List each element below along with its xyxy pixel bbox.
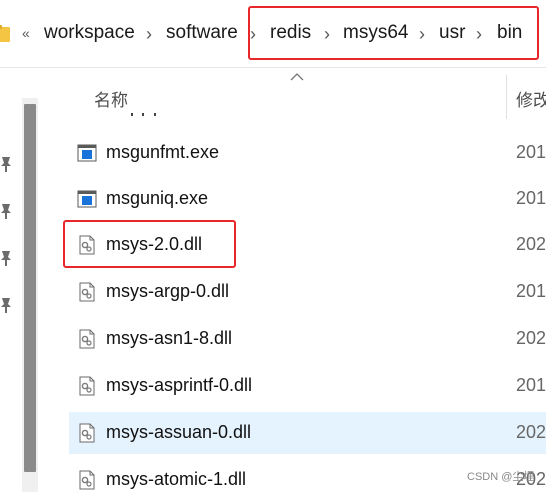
file-row[interactable]: msys-asn1-8.dll 202 [69, 318, 546, 360]
file-row[interactable]: msys-2.0.dll 202 [69, 224, 546, 266]
file-name: msys-2.0.dll [106, 234, 203, 254]
file-date-modified: 201 [516, 188, 546, 208]
file-name: msguniq.exe [106, 188, 209, 208]
folder-icon [0, 25, 10, 42]
dll-icon [77, 376, 97, 396]
breadcrumb-separator[interactable]: › [146, 24, 152, 45]
file-name: msys-asn1-8.dll [106, 328, 233, 348]
scrollbar-thumb[interactable] [24, 104, 36, 472]
file-row[interactable]: msys-argp-0.dll 201 [69, 271, 546, 313]
file-name: msys-assuan-0.dll [106, 422, 252, 442]
breadcrumb-bin[interactable]: bin [497, 22, 522, 44]
file-date-modified: 202 [516, 422, 546, 442]
breadcrumb-software[interactable]: software [166, 22, 238, 44]
file-row[interactable]: msguniq.exe 201 [69, 178, 546, 220]
pin-icon[interactable] [0, 203, 12, 219]
breadcrumb-separator[interactable]: › [419, 24, 425, 45]
breadcrumb-separator[interactable]: › [324, 24, 330, 45]
pin-icon[interactable] [0, 250, 12, 266]
pin-icon[interactable] [0, 156, 12, 172]
file-name: msys-argp-0.dll [106, 281, 230, 301]
file-date-modified: 201 [516, 281, 546, 301]
exe-icon [77, 189, 97, 209]
file-name: msys-atomic-1.dll [106, 469, 247, 489]
breadcrumb-redis[interactable]: redis [270, 22, 311, 44]
file-row[interactable]: msgunfmt.exe 201 [69, 132, 546, 174]
file-name: msys-asprintf-0.dll [106, 375, 253, 395]
file-date-modified: 201 [516, 375, 546, 395]
file-name: msgunfmt.exe [106, 142, 220, 162]
breadcrumb-separator[interactable]: › [250, 24, 256, 45]
column-name-header[interactable]: 名称 [94, 86, 128, 111]
dll-icon [77, 423, 97, 443]
file-date-modified: 202 [516, 328, 546, 348]
dll-icon [77, 470, 97, 490]
partial-row-fragment [131, 113, 156, 116]
watermark: CSDN @尘埋 [467, 471, 535, 483]
file-date-modified: 202 [516, 234, 546, 254]
breadcrumb-usr[interactable]: usr [439, 22, 465, 44]
column-divider[interactable] [506, 75, 507, 119]
column-header: 名称 修改 [58, 69, 546, 119]
dll-icon [77, 282, 97, 302]
exe-icon [77, 143, 97, 163]
sort-ascending-icon [290, 73, 304, 81]
dll-icon [77, 235, 97, 255]
file-row[interactable]: msys-asprintf-0.dll 201 [69, 365, 546, 407]
pin-icon[interactable] [0, 297, 12, 313]
breadcrumb-workspace[interactable]: workspace [44, 22, 135, 44]
breadcrumb-overflow-button[interactable]: « [22, 25, 30, 41]
file-date-modified: 201 [516, 142, 546, 162]
dll-icon [77, 329, 97, 349]
breadcrumb-separator[interactable]: › [476, 24, 482, 45]
breadcrumb-msys64[interactable]: msys64 [343, 22, 408, 44]
address-bar: « workspace › software › redis › msys64 … [0, 0, 546, 68]
column-date-modified-header[interactable]: 修改 [516, 86, 546, 111]
file-row[interactable]: msys-assuan-0.dll 202 [69, 412, 546, 454]
